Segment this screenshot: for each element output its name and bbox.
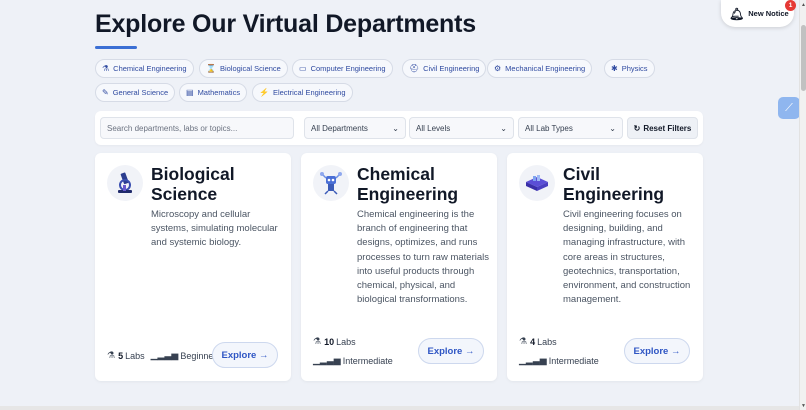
labs-count: 10 (324, 336, 335, 347)
reset-filters-button[interactable]: ↻ Reset Filters (627, 117, 698, 139)
molecule-robot-icon (313, 165, 349, 201)
chip-mechanical-engineering[interactable]: ⚙ Mechanical Engineering (487, 59, 593, 78)
new-notice-button[interactable]: 🔔︎ New Notice (721, 0, 794, 27)
level-select[interactable]: All Levels ⌄ (409, 117, 514, 139)
card-title: Biological Science (151, 164, 235, 204)
card-description: Microscopy and cellular systems, simulat… (151, 209, 278, 249)
card-description: Chemical engineering is the branch of en… (357, 209, 489, 306)
chevron-down-icon: ⌄ (500, 124, 507, 133)
atom-icon: ✱ (611, 64, 618, 73)
card-meta: ⚗ 5 Labs ▁▂▃▅ Beginner (107, 350, 216, 361)
chip-label: Civil Engineering (423, 64, 480, 73)
lab-type-select[interactable]: All Lab Types ⌄ (518, 117, 623, 139)
page: Explore Our Virtual Departments ⚗ Chemic… (0, 0, 800, 410)
labs-count: 4 (530, 336, 536, 347)
chip-label: Chemical Engineering (113, 64, 187, 73)
flask-icon: ⚗ (102, 64, 110, 73)
hardhat-icon: ⛑ (409, 64, 420, 73)
title-underline (95, 46, 137, 49)
labs-label: Labs (537, 336, 557, 347)
department-select-value: All Departments (311, 123, 368, 133)
department-select[interactable]: All Departments ⌄ (304, 117, 406, 139)
flask-icon: ⚗ (107, 350, 116, 360)
chip-label: Mathematics (197, 88, 241, 97)
search-input[interactable]: Search departments, labs or topics... (100, 117, 294, 139)
microscope-icon (107, 165, 143, 201)
city-block-icon (519, 165, 555, 201)
calculator-icon: ▤ (186, 88, 194, 97)
chip-mathematics[interactable]: ▤ Mathematics (179, 83, 248, 102)
department-card-biological-science: Biological Science Microscopy and cellul… (95, 153, 291, 381)
floating-action-button[interactable]: ⟋ (778, 97, 800, 119)
reset-filters-label: Reset Filters (643, 123, 692, 133)
signal-icon: ▁▂▃▅ (313, 355, 341, 365)
refresh-icon: ↻ (633, 123, 641, 133)
bolt-icon: ⚡ (259, 88, 269, 97)
scroll-down-icon[interactable]: ▼ (801, 403, 806, 409)
signal-icon: ▁▂▃▅ (150, 350, 179, 360)
flask-icon: ⚗ (313, 336, 322, 346)
chip-label: Mechanical Engineering (505, 64, 586, 73)
chip-biological-science[interactable]: ⌛ Biological Science (199, 59, 288, 78)
card-title: Chemical Engineering (357, 164, 459, 204)
page-title: Explore Our Virtual Departments (95, 10, 476, 38)
chevron-down-icon: ⌄ (392, 124, 399, 133)
card-description: Civil engineering focuses on designing, … (563, 209, 691, 306)
pen-icon: ✎ (102, 88, 109, 97)
chip-general-science[interactable]: ✎ General Science (95, 83, 176, 102)
search-placeholder: Search departments, labs or topics... (107, 123, 238, 133)
department-card-civil-engineering: Civil Engineering Civil engineering focu… (507, 153, 703, 381)
chip-label: General Science (112, 88, 169, 97)
chip-physics[interactable]: ✱ Physics (604, 59, 655, 78)
card-meta-labs: ⚗ 10 Labs (313, 336, 356, 347)
gears-icon: ⚙ (494, 64, 502, 73)
lab-type-select-value: All Lab Types (525, 123, 573, 133)
card-meta-level: ▁▂▃▅ Intermediate (519, 355, 599, 366)
signal-icon: ▁▂▃▅ (519, 355, 547, 365)
card-title: Civil Engineering (563, 164, 665, 204)
flask-icon: ⚗ (519, 336, 528, 346)
explore-button[interactable]: Explore → (418, 338, 484, 364)
vertical-scrollbar[interactable]: ▲ ▼ (799, 0, 806, 410)
dna-icon: ⌛ (206, 64, 216, 73)
level-label: Intermediate (342, 355, 393, 366)
chevron-down-icon: ⌄ (609, 124, 616, 133)
lightning-icon: ⟋ (785, 101, 793, 114)
horizontal-scrollbar[interactable] (0, 406, 799, 410)
labs-count: 5 (118, 350, 124, 361)
explore-button[interactable]: Explore → (212, 342, 278, 368)
card-meta-level: ▁▂▃▅ Intermediate (313, 355, 393, 366)
chip-label: Electrical Engineering (272, 88, 346, 97)
chip-computer-engineering[interactable]: ▭ Computer Engineering (292, 59, 393, 78)
level-select-value: All Levels (416, 123, 451, 133)
notice-count-badge: 1 (785, 0, 796, 11)
chip-label: Biological Science (219, 64, 281, 73)
labs-label: Labs (125, 350, 145, 361)
chip-label: Computer Engineering (310, 64, 386, 73)
chip-chemical-engineering[interactable]: ⚗ Chemical Engineering (95, 59, 194, 78)
laptop-icon: ▭ (299, 64, 307, 73)
new-notice-label: New Notice (748, 9, 789, 18)
card-meta-labs: ⚗ 4 Labs (519, 336, 557, 347)
chip-label: Physics (621, 64, 648, 73)
bell-icon: 🔔︎ (729, 6, 745, 21)
labs-label: Labs (336, 336, 356, 347)
level-label: Beginner (180, 350, 217, 361)
chip-electrical-engineering[interactable]: ⚡ Electrical Engineering (252, 83, 353, 102)
department-card-chemical-engineering: Chemical Engineering Chemical engineerin… (301, 153, 497, 381)
scroll-up-icon[interactable]: ▲ (801, 2, 806, 8)
chip-civil-engineering[interactable]: ⛑ Civil Engineering (402, 59, 487, 78)
level-label: Intermediate (548, 355, 599, 366)
scroll-thumb[interactable] (801, 25, 806, 91)
filter-bar: Search departments, labs or topics... Al… (95, 111, 703, 145)
explore-button[interactable]: Explore → (624, 338, 690, 364)
